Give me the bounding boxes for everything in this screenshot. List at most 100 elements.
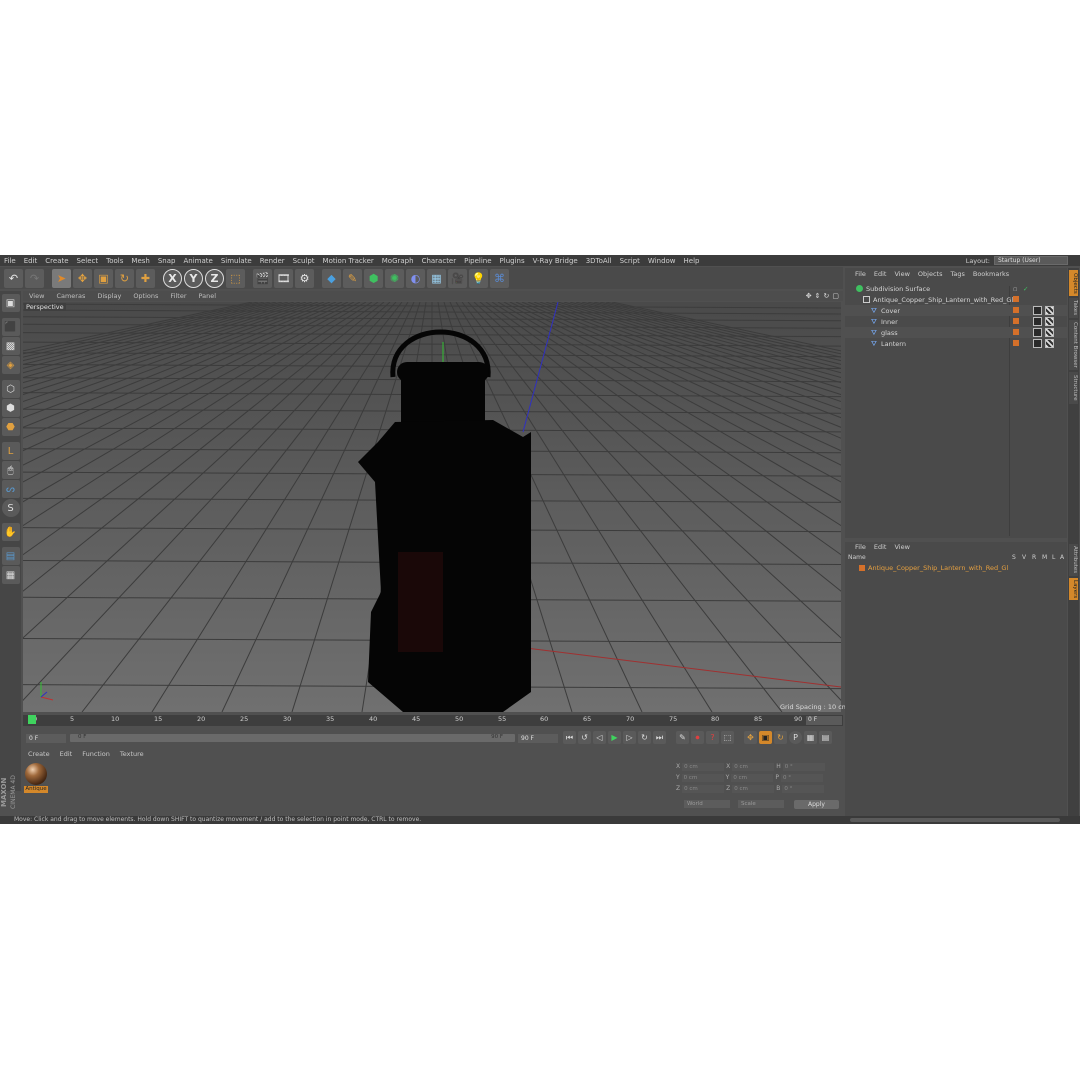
dolly-icon[interactable]: ⇕	[815, 292, 821, 300]
perspective-viewport[interactable]	[23, 302, 841, 712]
go-to-start-icon[interactable]: ⏮	[563, 731, 576, 744]
next-frame-icon[interactable]: ▷	[623, 731, 636, 744]
menu-help[interactable]: Help	[680, 257, 704, 265]
rotate-icon[interactable]: ↻	[115, 268, 134, 288]
size-x-field[interactable]: 0 cm	[732, 762, 775, 771]
polygons-mode-icon[interactable]: ⬣	[1, 418, 20, 436]
object-row-subdivision-surface[interactable]: Subdivision Surface ▫ ✓	[845, 283, 1067, 294]
axis-mode-icon[interactable]: L	[1, 442, 20, 460]
repeat-icon[interactable]: ↻	[638, 731, 651, 744]
cube-icon[interactable]: ◆	[322, 268, 341, 288]
viewport-menu-display[interactable]: Display	[91, 292, 127, 300]
go-to-end-icon[interactable]: ⏭	[653, 731, 666, 744]
tab-objects[interactable]: Objects	[1069, 270, 1078, 296]
material-tag-icon[interactable]	[1033, 317, 1042, 326]
menu-animate[interactable]: Animate	[179, 257, 216, 265]
motion-path-icon[interactable]: ✎	[676, 731, 689, 744]
object-row-glass[interactable]: ⛛ glass	[845, 327, 1067, 338]
workplane-lock-icon[interactable]: ▤	[1, 547, 20, 565]
tab-attributes[interactable]: Attributes	[1069, 544, 1078, 576]
object-row-cover[interactable]: ⛛ Cover	[845, 305, 1067, 316]
timeline-window-icon[interactable]: ▤	[819, 731, 832, 744]
key-position-icon[interactable]: ✥	[744, 731, 757, 744]
soft-selection-icon[interactable]: S	[1, 499, 20, 517]
layer-menu-edit[interactable]: Edit	[870, 543, 891, 551]
enabled-check-icon[interactable]: ✓	[1023, 285, 1028, 293]
object-menu-edit[interactable]: Edit	[870, 270, 891, 278]
menu-snap[interactable]: Snap	[154, 257, 180, 265]
rotation-h-field[interactable]: 0 °	[782, 762, 825, 771]
end-frame-field[interactable]: 90 F	[518, 734, 558, 743]
previous-frame-icon[interactable]: ◁	[593, 731, 606, 744]
python-icon[interactable]: ⌘	[490, 268, 509, 288]
array-icon[interactable]: ✺	[385, 268, 404, 288]
loop-icon[interactable]: ↺	[578, 731, 591, 744]
move-icon[interactable]: ✥	[73, 268, 92, 288]
workplane-icon[interactable]: ◈	[1, 356, 20, 374]
menu-vray-bridge[interactable]: V-Ray Bridge	[529, 257, 582, 265]
render-view-icon[interactable]: 🎞	[274, 268, 293, 288]
camera-icon[interactable]: 🎥	[448, 268, 467, 288]
locked-workplane-icon[interactable]: ▦	[1, 566, 20, 584]
render-settings-icon[interactable]: ⚙	[295, 268, 314, 288]
texture-tag-icon[interactable]	[1045, 306, 1054, 315]
apply-button[interactable]: Apply	[794, 800, 839, 809]
material-thumbnail[interactable]: Antique	[24, 762, 48, 796]
menu-select[interactable]: Select	[73, 257, 103, 265]
object-menu-objects[interactable]: Objects	[914, 270, 947, 278]
playhead[interactable]	[28, 715, 36, 724]
coordinate-system-icon[interactable]: ⬚	[226, 268, 245, 288]
material-menu-texture[interactable]: Texture	[115, 750, 149, 758]
undo-icon[interactable]: ↶	[4, 268, 23, 288]
texture-tag-icon[interactable]	[1045, 328, 1054, 337]
floor-icon[interactable]: ▦	[427, 268, 446, 288]
tweak-mode-icon[interactable]: 🖱	[1, 461, 20, 479]
pan-icon[interactable]: ✥	[806, 292, 812, 300]
edges-mode-icon[interactable]: ⬢	[1, 399, 20, 417]
texture-tag-icon[interactable]	[1045, 317, 1054, 326]
tab-structure[interactable]: Structure	[1069, 372, 1078, 404]
start-frame-field[interactable]: 0 F	[26, 734, 66, 743]
key-parameter-icon[interactable]: P	[789, 731, 802, 744]
key-rotation-icon[interactable]: ↻	[774, 731, 787, 744]
scale-icon[interactable]: ▣	[94, 268, 113, 288]
layout-select[interactable]: Startup (User)	[994, 256, 1068, 265]
object-row-inner[interactable]: ⛛ Inner	[845, 316, 1067, 327]
menu-3dtoall[interactable]: 3DToAll	[582, 257, 616, 265]
menu-character[interactable]: Character	[418, 257, 461, 265]
menu-sculpt[interactable]: Sculpt	[289, 257, 319, 265]
object-menu-tags[interactable]: Tags	[946, 270, 968, 278]
x-axis-icon[interactable]: X	[163, 268, 182, 288]
subdivision-icon[interactable]: ⬢	[364, 268, 383, 288]
tab-takes[interactable]: Takes	[1069, 298, 1078, 318]
record-icon[interactable]: ⏺	[691, 731, 704, 744]
viewport-menu-panel[interactable]: Panel	[193, 292, 223, 300]
redo-icon[interactable]: ↷	[25, 268, 44, 288]
menu-file[interactable]: File	[0, 257, 20, 265]
layer-row[interactable]: Antique_Copper_Ship_Lantern_with_Red_Gla…	[845, 563, 1067, 573]
position-x-field[interactable]: 0 cm	[682, 762, 725, 771]
object-menu-bookmarks[interactable]: Bookmarks	[969, 270, 1013, 278]
live-select-icon[interactable]: ✚	[136, 268, 155, 288]
viewport-menu-view[interactable]: View	[23, 292, 50, 300]
menu-window[interactable]: Window	[644, 257, 680, 265]
viewport-menu-cameras[interactable]: Cameras	[50, 292, 91, 300]
layer-menu-file[interactable]: File	[851, 543, 870, 551]
menu-pipeline[interactable]: Pipeline	[460, 257, 495, 265]
material-menu-function[interactable]: Function	[77, 750, 115, 758]
menu-mograph[interactable]: MoGraph	[378, 257, 418, 265]
autokey-icon[interactable]: ?	[706, 731, 719, 744]
material-tag-icon[interactable]	[1033, 339, 1042, 348]
position-z-field[interactable]: 0 cm	[682, 784, 725, 793]
model-mode-icon[interactable]: ⬛	[1, 318, 20, 336]
maximize-icon[interactable]: ▢	[832, 292, 839, 300]
menu-motion-tracker[interactable]: Motion Tracker	[319, 257, 378, 265]
object-menu-file[interactable]: File	[851, 270, 870, 278]
render-region-icon[interactable]: 🎬	[253, 268, 272, 288]
z-axis-icon[interactable]: Z	[205, 268, 224, 288]
menu-render[interactable]: Render	[256, 257, 289, 265]
tab-content-browser[interactable]: Content Browser	[1069, 320, 1078, 370]
object-row-lantern-group[interactable]: Antique_Copper_Ship_Lantern_with_Red_Gla…	[845, 294, 1067, 305]
rotation-b-field[interactable]: 0 °	[782, 784, 825, 793]
points-mode-icon[interactable]: ⬡	[1, 380, 20, 398]
